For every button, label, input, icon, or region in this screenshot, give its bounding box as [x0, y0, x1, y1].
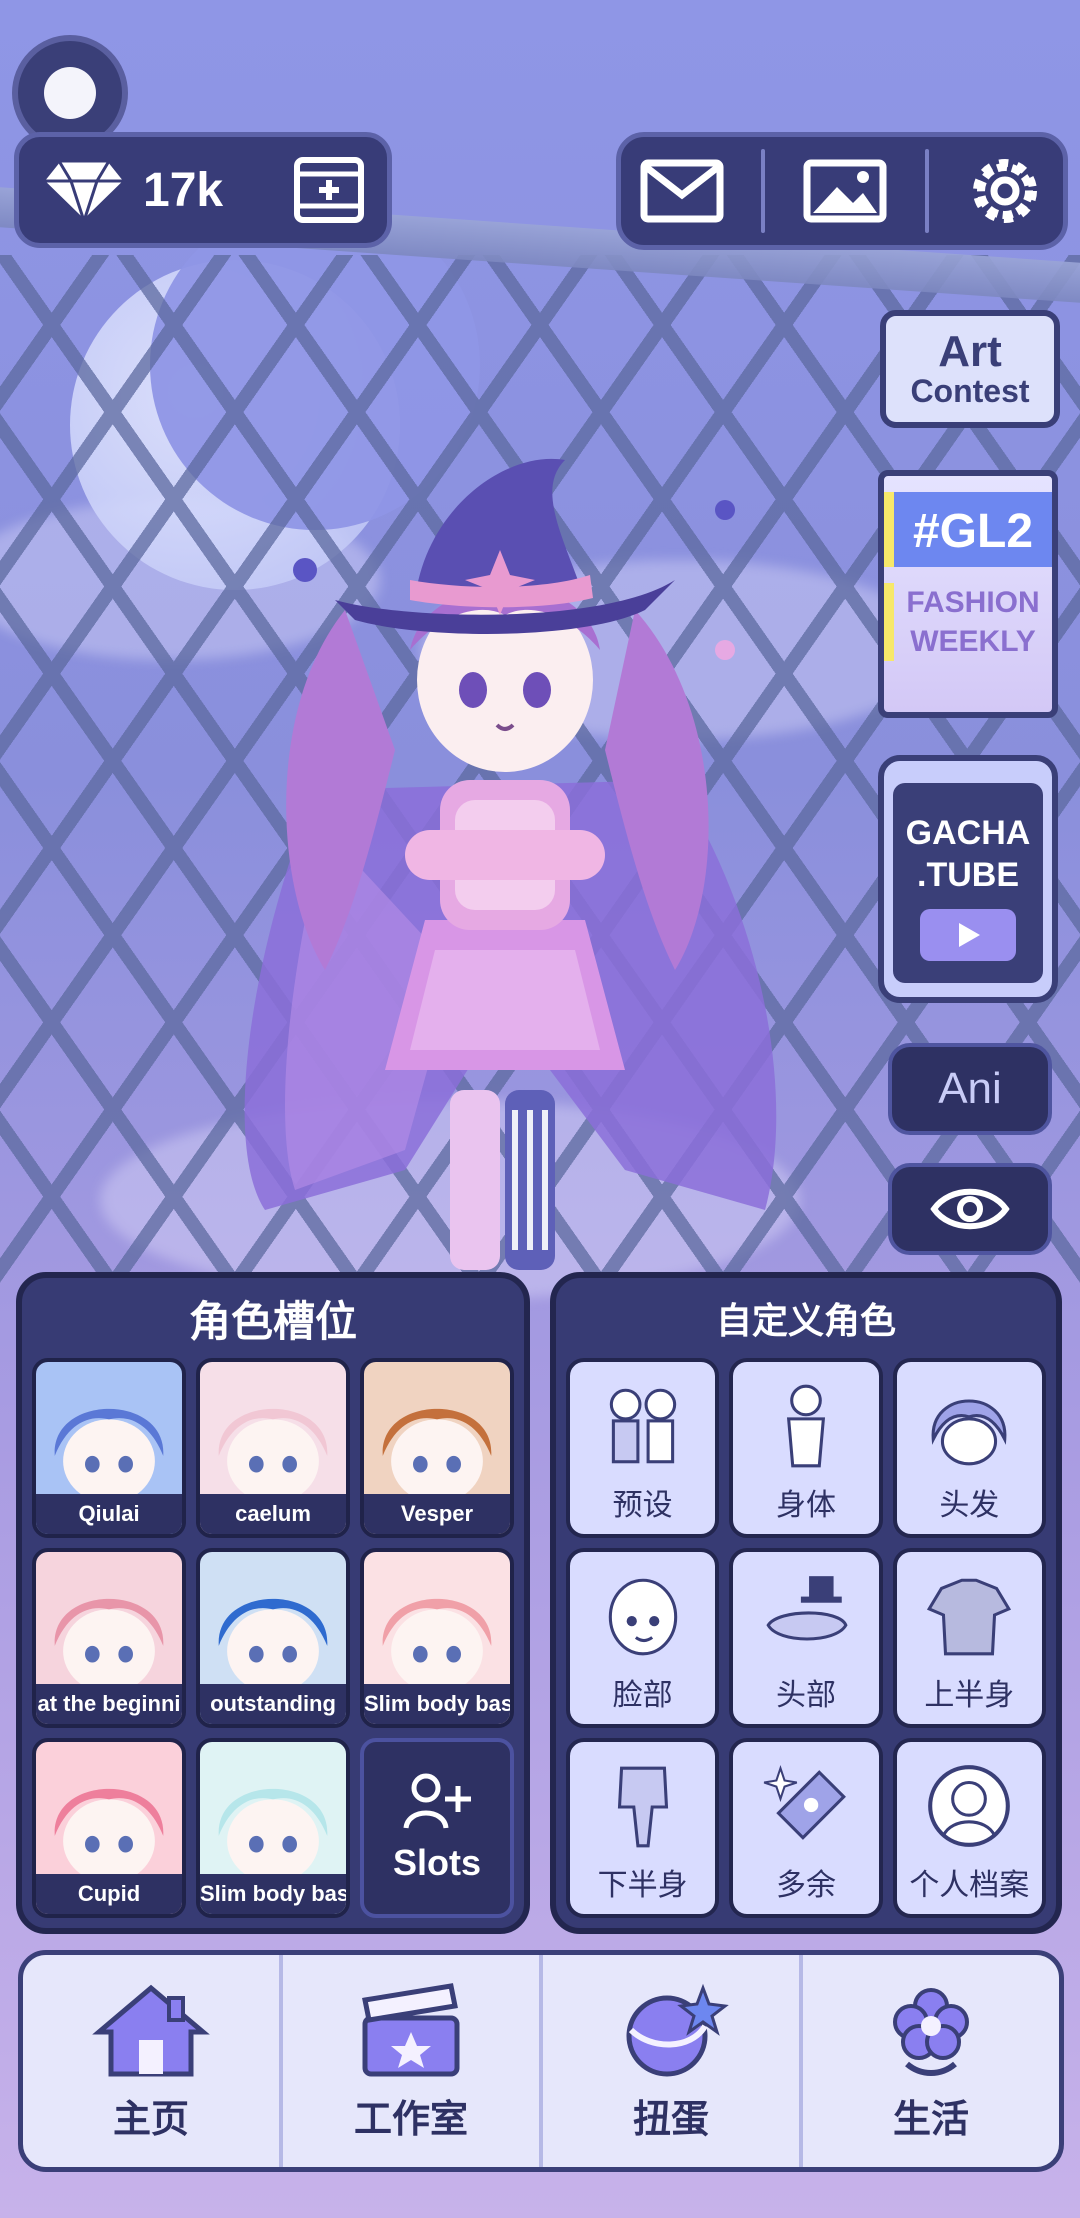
- circle-dot-icon: [44, 67, 96, 119]
- head-accessory-icon: [766, 1576, 848, 1641]
- gacha-ball-icon: [626, 1983, 729, 2076]
- customize-lower-body-button[interactable]: 下半身: [566, 1738, 720, 1918]
- character-face-thumbnail: [382, 1408, 492, 1503]
- ani-button[interactable]: Ani: [888, 1043, 1052, 1135]
- customize-preset-button[interactable]: 预设: [566, 1358, 720, 1538]
- divider: [924, 149, 929, 233]
- nav-home[interactable]: 主页: [23, 1955, 283, 2167]
- character-slot[interactable]: Slim body bas: [196, 1738, 350, 1918]
- character-face-thumbnail: [382, 1598, 492, 1693]
- customize-label: 头发: [939, 1488, 1000, 1523]
- character-slot[interactable]: at the beginni: [32, 1548, 186, 1728]
- character-slot[interactable]: outstanding: [196, 1548, 350, 1728]
- character-slots-panel: 角色槽位 Qiulai caelum Vesper at the beginni out…: [16, 1272, 530, 1934]
- slot-name: Vesper: [364, 1494, 510, 1534]
- customize-label: 身体: [775, 1488, 836, 1523]
- gl2-fashion-weekly-banner[interactable]: #GL2 FASHION WEEKLY: [878, 470, 1058, 718]
- character-face-thumbnail: [54, 1408, 164, 1503]
- slot-name: Qiulai: [36, 1494, 182, 1534]
- customize-label: 个人档案: [909, 1868, 1030, 1903]
- bottom-navigation: 主页 工作室 扭蛋 生活: [18, 1950, 1064, 2172]
- top-icon-bar: [616, 132, 1068, 250]
- slot-name: at the beginni: [36, 1684, 182, 1724]
- slots-panel-title: 角色槽位: [188, 1296, 357, 1346]
- clapperboard-icon: [362, 1982, 460, 2076]
- toggle-visibility-button[interactable]: [888, 1163, 1052, 1255]
- watch-ad-video-icon[interactable]: [293, 154, 365, 226]
- body-icon: [786, 1384, 826, 1468]
- customize-hair-button[interactable]: 头发: [892, 1358, 1046, 1538]
- customize-head-accessory-button[interactable]: 头部: [729, 1548, 883, 1728]
- gl2-tag: #GL2: [884, 492, 1052, 567]
- character-slot[interactable]: Slim body bas: [360, 1548, 514, 1728]
- fashion-label: FASHION: [906, 586, 1040, 619]
- face-icon: [608, 1578, 677, 1656]
- nav-studio[interactable]: 工作室: [283, 1955, 543, 2167]
- currency-bar: 17k: [14, 132, 392, 248]
- art-contest-label-1: Art: [938, 327, 1002, 377]
- customize-label: 预设: [612, 1488, 673, 1523]
- nav-label: 工作室: [353, 2096, 468, 2141]
- character-face-thumbnail: [218, 1598, 328, 1693]
- character-preview[interactable]: [205, 450, 805, 1280]
- hair-icon: [932, 1399, 1007, 1466]
- mail-icon[interactable]: [640, 159, 724, 223]
- customize-panel-title: 自定义角色: [715, 1301, 896, 1342]
- character-slot[interactable]: Vesper: [360, 1358, 514, 1538]
- add-slots-label: Slots: [392, 1842, 481, 1883]
- add-slots-button[interactable]: Slots: [360, 1738, 514, 1918]
- nav-label: 扭蛋: [632, 2096, 709, 2141]
- customize-extras-button[interactable]: 多余: [729, 1738, 883, 1918]
- gem-count: 17k: [143, 163, 224, 217]
- slot-name: caelum: [200, 1494, 346, 1534]
- tube-label: .TUBE: [917, 856, 1019, 894]
- extras-icon: [763, 1764, 846, 1840]
- customize-profile-button[interactable]: 个人档案: [892, 1738, 1046, 1918]
- customize-upper-body-button[interactable]: 上半身: [892, 1548, 1046, 1728]
- character-slot[interactable]: Qiulai: [32, 1358, 186, 1538]
- add-user-icon: [403, 1773, 471, 1829]
- customize-label: 下半身: [597, 1868, 688, 1903]
- character-face-thumbnail: [218, 1408, 328, 1503]
- diamond-icon: [40, 159, 128, 225]
- weekly-label: WEEKLY: [910, 625, 1036, 658]
- nav-label: 生活: [892, 2096, 969, 2141]
- upper-body-icon: [927, 1578, 1012, 1656]
- gacha-tube-button[interactable]: GACHA .TUBE: [878, 755, 1058, 1003]
- character-slot[interactable]: caelum: [196, 1358, 350, 1538]
- slot-name: Slim body bas: [200, 1874, 346, 1914]
- customize-character-panel: 自定义角色 预设 身体 头发脸部 头部 上半身下半身 多余 个人档案: [550, 1272, 1062, 1934]
- lower-body-icon: [617, 1766, 668, 1848]
- slot-name: Slim body bas: [364, 1684, 510, 1724]
- play-icon: [920, 908, 1016, 961]
- flower-icon: [893, 1987, 969, 2076]
- character-face-thumbnail: [218, 1788, 328, 1883]
- slot-name: Cupid: [36, 1874, 182, 1914]
- character-face-thumbnail: [54, 1788, 164, 1883]
- art-contest-button[interactable]: Art Contest: [880, 310, 1060, 428]
- customize-label: 多余: [775, 1868, 836, 1903]
- customize-body-button[interactable]: 身体: [729, 1358, 883, 1538]
- character-face-thumbnail: [54, 1598, 164, 1693]
- customize-label: 上半身: [924, 1678, 1015, 1713]
- gallery-image-icon[interactable]: [803, 159, 887, 223]
- nav-label: 主页: [112, 2096, 189, 2141]
- customize-label: 头部: [775, 1678, 836, 1713]
- customize-label: 脸部: [612, 1678, 673, 1713]
- eye-icon: [930, 1188, 1010, 1230]
- nav-life[interactable]: 生活: [803, 1955, 1059, 2167]
- nav-gacha[interactable]: 扭蛋: [543, 1955, 803, 2167]
- slot-name: outstanding: [200, 1684, 346, 1724]
- profile-icon: [928, 1765, 1011, 1847]
- preset-icon: [609, 1388, 676, 1464]
- house-icon: [92, 1984, 210, 2076]
- divider: [761, 149, 766, 233]
- art-contest-label-2: Contest: [910, 373, 1030, 410]
- gacha-label: GACHA: [905, 813, 1031, 852]
- customize-face-button[interactable]: 脸部: [566, 1548, 720, 1728]
- character-slot[interactable]: Cupid: [32, 1738, 186, 1918]
- gear-icon[interactable]: [966, 152, 1044, 230]
